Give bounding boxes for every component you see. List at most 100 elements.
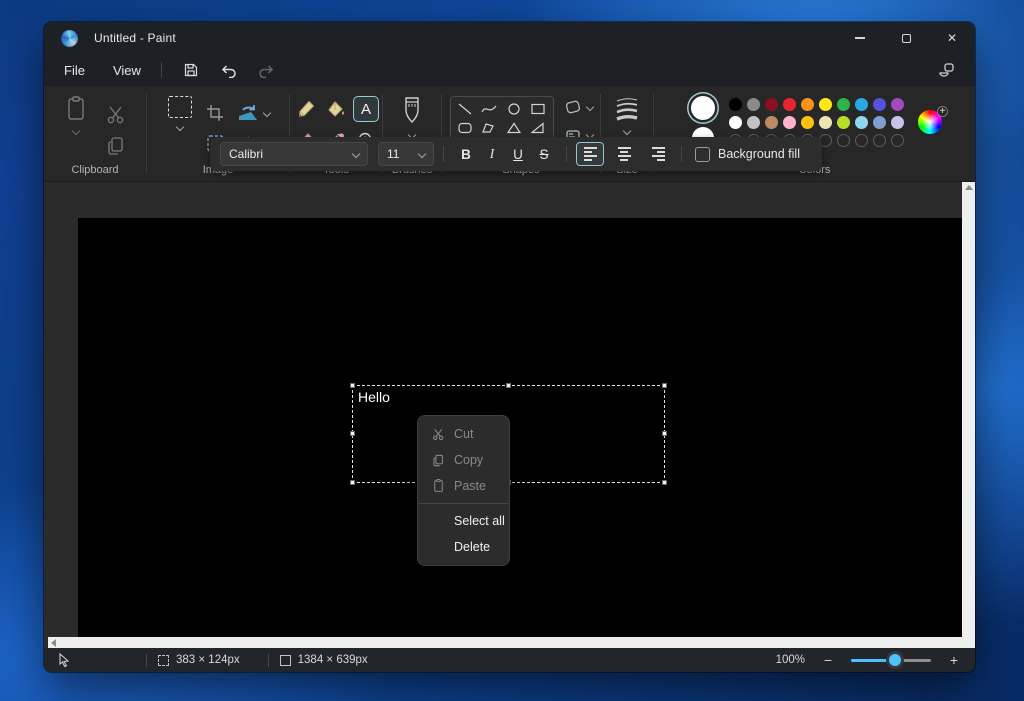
paste-icon bbox=[65, 96, 87, 122]
resize-handle[interactable] bbox=[662, 383, 667, 388]
context-menu-item-delete[interactable]: Delete bbox=[418, 534, 509, 560]
font-size-select[interactable]: 11 bbox=[378, 142, 434, 166]
underline-button[interactable]: U bbox=[505, 142, 531, 166]
color-swatch[interactable] bbox=[783, 98, 796, 111]
selection-size-group: 383 × 124px bbox=[158, 654, 240, 666]
shape-rectangle-icon[interactable] bbox=[530, 103, 546, 115]
resize-handle[interactable] bbox=[350, 431, 355, 436]
rotate-button[interactable] bbox=[237, 104, 270, 122]
pencil-tool-button[interactable] bbox=[293, 96, 319, 122]
crop-button[interactable] bbox=[206, 104, 224, 122]
canvas[interactable]: Hello bbox=[78, 218, 962, 637]
canvas-text[interactable]: Hello bbox=[358, 389, 390, 405]
maximize-button[interactable] bbox=[883, 22, 929, 54]
toolbar-separator bbox=[566, 146, 567, 162]
settings-button[interactable] bbox=[931, 57, 961, 83]
resize-handle[interactable] bbox=[350, 480, 355, 485]
copy-icon bbox=[430, 454, 446, 467]
custom-color-slot[interactable] bbox=[855, 134, 868, 147]
fill-tool-button[interactable] bbox=[323, 96, 349, 122]
shape-right-triangle-icon[interactable] bbox=[530, 122, 546, 134]
color1-foreground-swatch[interactable] bbox=[691, 96, 715, 120]
shape-triangle-icon[interactable] bbox=[506, 122, 522, 134]
color-swatch[interactable] bbox=[855, 116, 868, 129]
minimize-button[interactable] bbox=[837, 22, 883, 54]
text-toolbar: Calibri 11 B I U S Backgr bbox=[210, 137, 822, 171]
paste-button[interactable] bbox=[65, 96, 87, 134]
undo-button[interactable] bbox=[214, 57, 244, 83]
cut-icon bbox=[430, 428, 446, 441]
select-button[interactable] bbox=[168, 96, 192, 130]
save-button[interactable] bbox=[176, 57, 206, 83]
zoom-in-button[interactable]: + bbox=[947, 652, 961, 668]
brushes-button[interactable] bbox=[402, 96, 422, 138]
edit-colors-button[interactable]: + bbox=[918, 110, 944, 136]
color-swatch[interactable] bbox=[765, 98, 778, 111]
status-separator bbox=[146, 654, 147, 667]
color-swatch[interactable] bbox=[855, 98, 868, 111]
background-fill-toggle[interactable]: Background fill bbox=[695, 147, 800, 162]
size-button[interactable] bbox=[615, 96, 639, 134]
close-button[interactable]: ✕ bbox=[929, 22, 975, 54]
rotate-icon bbox=[237, 104, 259, 122]
background-fill-checkbox[interactable] bbox=[695, 147, 710, 162]
text-tool-button[interactable]: A bbox=[353, 96, 379, 122]
redo-button[interactable] bbox=[252, 57, 282, 83]
color-swatch[interactable] bbox=[783, 116, 796, 129]
resize-handle[interactable] bbox=[350, 383, 355, 388]
shape-curve-icon[interactable] bbox=[481, 103, 497, 115]
color-swatch[interactable] bbox=[837, 116, 850, 129]
color-swatch[interactable] bbox=[729, 116, 742, 129]
align-right-button[interactable] bbox=[644, 142, 672, 166]
color-swatch[interactable] bbox=[873, 116, 886, 129]
resize-handle[interactable] bbox=[506, 383, 511, 388]
section-clipboard: Clipboard bbox=[44, 86, 146, 181]
custom-color-slot[interactable] bbox=[891, 134, 904, 147]
shape-polygon-icon[interactable] bbox=[481, 122, 497, 134]
custom-color-slot[interactable] bbox=[873, 134, 886, 147]
color-swatch[interactable] bbox=[819, 98, 832, 111]
align-left-button[interactable] bbox=[576, 142, 604, 166]
shape-oval-icon[interactable] bbox=[506, 103, 522, 115]
zoom-slider-thumb[interactable] bbox=[889, 654, 901, 666]
settings-icon bbox=[937, 62, 955, 78]
workspace: Calibri 11 B I U S Backgr bbox=[44, 182, 975, 648]
minimize-icon bbox=[855, 37, 865, 38]
paint-window: Untitled - Paint ✕ File View bbox=[44, 22, 975, 672]
toolbar-separator bbox=[681, 146, 682, 162]
maximize-icon bbox=[902, 34, 911, 43]
color-swatch[interactable] bbox=[747, 116, 760, 129]
resize-handle[interactable] bbox=[662, 480, 667, 485]
color-swatch[interactable] bbox=[819, 116, 832, 129]
context-menu-item-select-all[interactable]: Select all bbox=[418, 508, 509, 534]
shape-line-icon[interactable] bbox=[457, 103, 473, 115]
color-swatch[interactable] bbox=[729, 98, 742, 111]
cut-button[interactable] bbox=[106, 105, 126, 125]
strikethrough-button[interactable]: S bbox=[531, 142, 557, 166]
zoom-slider[interactable] bbox=[851, 654, 931, 666]
color-swatch[interactable] bbox=[747, 98, 760, 111]
status-bar: 383 × 124px 1384 × 639px 100% − + bbox=[44, 648, 975, 672]
shape-outline-button[interactable] bbox=[564, 100, 593, 114]
custom-color-slot[interactable] bbox=[837, 134, 850, 147]
menu-file[interactable]: File bbox=[54, 59, 95, 82]
align-center-button[interactable] bbox=[610, 142, 638, 166]
color-swatch[interactable] bbox=[891, 116, 904, 129]
color-swatch[interactable] bbox=[765, 116, 778, 129]
color-swatch[interactable] bbox=[801, 116, 814, 129]
menu-view[interactable]: View bbox=[103, 59, 151, 82]
copy-button[interactable] bbox=[107, 136, 125, 156]
zoom-out-button[interactable]: − bbox=[821, 652, 835, 668]
italic-button[interactable]: I bbox=[479, 142, 505, 166]
color-swatch[interactable] bbox=[891, 98, 904, 111]
color-swatch[interactable] bbox=[873, 98, 886, 111]
resize-handle[interactable] bbox=[662, 431, 667, 436]
shape-rounded-rectangle-icon[interactable] bbox=[457, 122, 473, 134]
color-swatch[interactable] bbox=[837, 98, 850, 111]
color-swatch[interactable] bbox=[801, 98, 814, 111]
vertical-scrollbar[interactable] bbox=[962, 182, 975, 649]
font-family-select[interactable]: Calibri bbox=[220, 142, 368, 166]
undo-icon bbox=[220, 63, 237, 78]
title-bar[interactable]: Untitled - Paint ✕ bbox=[44, 22, 975, 54]
bold-button[interactable]: B bbox=[453, 142, 479, 166]
